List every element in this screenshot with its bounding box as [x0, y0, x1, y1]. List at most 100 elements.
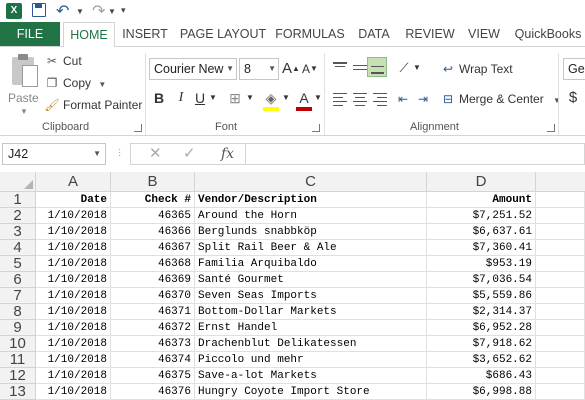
- date-cell[interactable]: 1/10/2018: [36, 288, 111, 304]
- fill-color-icon[interactable]: ◈: [262, 88, 280, 108]
- empty-cell[interactable]: [536, 320, 585, 336]
- check-cell[interactable]: 46374: [111, 352, 195, 368]
- font-color-dropdown-icon[interactable]: ▼: [313, 88, 323, 108]
- check-cell[interactable]: 46369: [111, 272, 195, 288]
- vendor-cell[interactable]: Familia Arquibaldo: [195, 256, 427, 272]
- row-header[interactable]: 9: [0, 320, 36, 336]
- row-header[interactable]: 2: [0, 208, 36, 224]
- check-cell[interactable]: 46371: [111, 304, 195, 320]
- empty-cell[interactable]: [536, 384, 585, 400]
- check-cell[interactable]: 46373: [111, 336, 195, 352]
- header-check-cell[interactable]: Check #: [111, 192, 195, 208]
- vendor-cell[interactable]: Piccolo und mehr: [195, 352, 427, 368]
- vendor-cell[interactable]: Santé Gourmet: [195, 272, 427, 288]
- format-painter-button[interactable]: 🖌 Format Painter: [44, 96, 142, 114]
- vendor-cell[interactable]: Ernst Handel: [195, 320, 427, 336]
- font-size-select[interactable]: 8 ▼: [239, 58, 279, 80]
- empty-cell[interactable]: [536, 208, 585, 224]
- tab-file[interactable]: FILE: [0, 22, 60, 46]
- grow-font-button[interactable]: A▲: [282, 59, 300, 79]
- amount-cell[interactable]: $2,314.37: [427, 304, 536, 320]
- row-header[interactable]: 10: [0, 336, 36, 352]
- borders-dropdown-icon[interactable]: ▼: [245, 88, 255, 108]
- tab-page-layout[interactable]: PAGE LAYOUT: [176, 22, 270, 46]
- check-cell[interactable]: 46365: [111, 208, 195, 224]
- tab-insert[interactable]: INSERT: [118, 22, 172, 46]
- underline-button[interactable]: U: [192, 88, 208, 108]
- select-all-button[interactable]: [0, 172, 36, 192]
- increase-indent-icon[interactable]: ⇥: [414, 89, 432, 109]
- undo-icon[interactable]: ↶: [56, 1, 69, 21]
- empty-cell[interactable]: [536, 192, 585, 208]
- column-header-c[interactable]: C: [195, 172, 427, 192]
- merge-center-button[interactable]: ⊟ Merge & Center ▼: [440, 90, 561, 108]
- row-header[interactable]: 12: [0, 368, 36, 384]
- fill-color-dropdown-icon[interactable]: ▼: [281, 88, 291, 108]
- date-cell[interactable]: 1/10/2018: [36, 352, 111, 368]
- amount-cell[interactable]: $953.19: [427, 256, 536, 272]
- copy-button[interactable]: ❐ Copy ▼: [44, 74, 107, 92]
- font-launcher-icon[interactable]: [312, 124, 320, 132]
- empty-cell[interactable]: [536, 224, 585, 240]
- row-header[interactable]: 5: [0, 256, 36, 272]
- date-cell[interactable]: 1/10/2018: [36, 304, 111, 320]
- row-header[interactable]: 3: [0, 224, 36, 240]
- font-name-select[interactable]: Courier New ▼: [149, 58, 237, 80]
- empty-cell[interactable]: [536, 336, 585, 352]
- date-cell[interactable]: 1/10/2018: [36, 256, 111, 272]
- number-format-select[interactable]: Ger: [563, 58, 585, 80]
- vendor-cell[interactable]: Seven Seas Imports: [195, 288, 427, 304]
- underline-dropdown-icon[interactable]: ▼: [208, 88, 218, 108]
- paste-icon[interactable]: [10, 53, 38, 89]
- header-vendor-cell[interactable]: Vendor/Description: [195, 192, 427, 208]
- check-cell[interactable]: 46375: [111, 368, 195, 384]
- vendor-cell[interactable]: Hungry Coyote Import Store: [195, 384, 427, 400]
- vendor-cell[interactable]: Split Rail Beer & Ale: [195, 240, 427, 256]
- bold-button[interactable]: B: [151, 88, 167, 108]
- save-icon[interactable]: [32, 3, 46, 17]
- empty-cell[interactable]: [536, 368, 585, 384]
- cancel-icon[interactable]: ✕: [149, 144, 162, 164]
- amount-cell[interactable]: $7,918.62: [427, 336, 536, 352]
- date-cell[interactable]: 1/10/2018: [36, 208, 111, 224]
- italic-button[interactable]: I: [173, 88, 189, 108]
- amount-cell[interactable]: $686.43: [427, 368, 536, 384]
- amount-cell[interactable]: $5,559.86: [427, 288, 536, 304]
- column-header-b[interactable]: B: [111, 172, 195, 192]
- alignment-launcher-icon[interactable]: [547, 124, 555, 132]
- row-header[interactable]: 1: [0, 192, 36, 208]
- currency-format-button[interactable]: $: [566, 88, 580, 108]
- column-header-e[interactable]: [536, 172, 585, 192]
- date-cell[interactable]: 1/10/2018: [36, 240, 111, 256]
- formula-bar-grip-icon[interactable]: · · ·: [118, 145, 122, 161]
- empty-cell[interactable]: [536, 240, 585, 256]
- top-align-button[interactable]: [330, 59, 350, 79]
- vendor-cell[interactable]: Bottom-Dollar Markets: [195, 304, 427, 320]
- merge-dropdown-icon[interactable]: ▼: [553, 96, 561, 105]
- row-header[interactable]: 7: [0, 288, 36, 304]
- tab-view[interactable]: VIEW: [464, 22, 504, 46]
- tab-formulas[interactable]: FORMULAS: [274, 22, 346, 46]
- undo-dropdown-icon[interactable]: ▼: [76, 7, 84, 16]
- formula-input[interactable]: [245, 143, 585, 165]
- date-cell[interactable]: 1/10/2018: [36, 320, 111, 336]
- amount-cell[interactable]: $6,952.28: [427, 320, 536, 336]
- redo-icon[interactable]: ↷: [92, 1, 105, 21]
- tab-quickbooks[interactable]: QuickBooks: [511, 22, 585, 46]
- empty-cell[interactable]: [536, 288, 585, 304]
- column-header-a[interactable]: A: [36, 172, 111, 192]
- align-center-button[interactable]: [350, 89, 370, 109]
- copy-dropdown-icon[interactable]: ▼: [98, 80, 106, 89]
- amount-cell[interactable]: $7,251.52: [427, 208, 536, 224]
- amount-cell[interactable]: $6,998.88: [427, 384, 536, 400]
- decrease-indent-icon[interactable]: ⇤: [394, 89, 412, 109]
- date-cell[interactable]: 1/10/2018: [36, 368, 111, 384]
- check-cell[interactable]: 46366: [111, 224, 195, 240]
- row-header[interactable]: 4: [0, 240, 36, 256]
- cut-button[interactable]: ✂ Cut: [44, 52, 82, 70]
- orientation-dropdown-icon[interactable]: ▼: [412, 58, 422, 78]
- clipboard-launcher-icon[interactable]: [134, 124, 142, 132]
- customize-icon[interactable]: ▾: [121, 5, 126, 16]
- column-header-d[interactable]: D: [427, 172, 536, 192]
- tab-home[interactable]: HOME: [63, 22, 115, 47]
